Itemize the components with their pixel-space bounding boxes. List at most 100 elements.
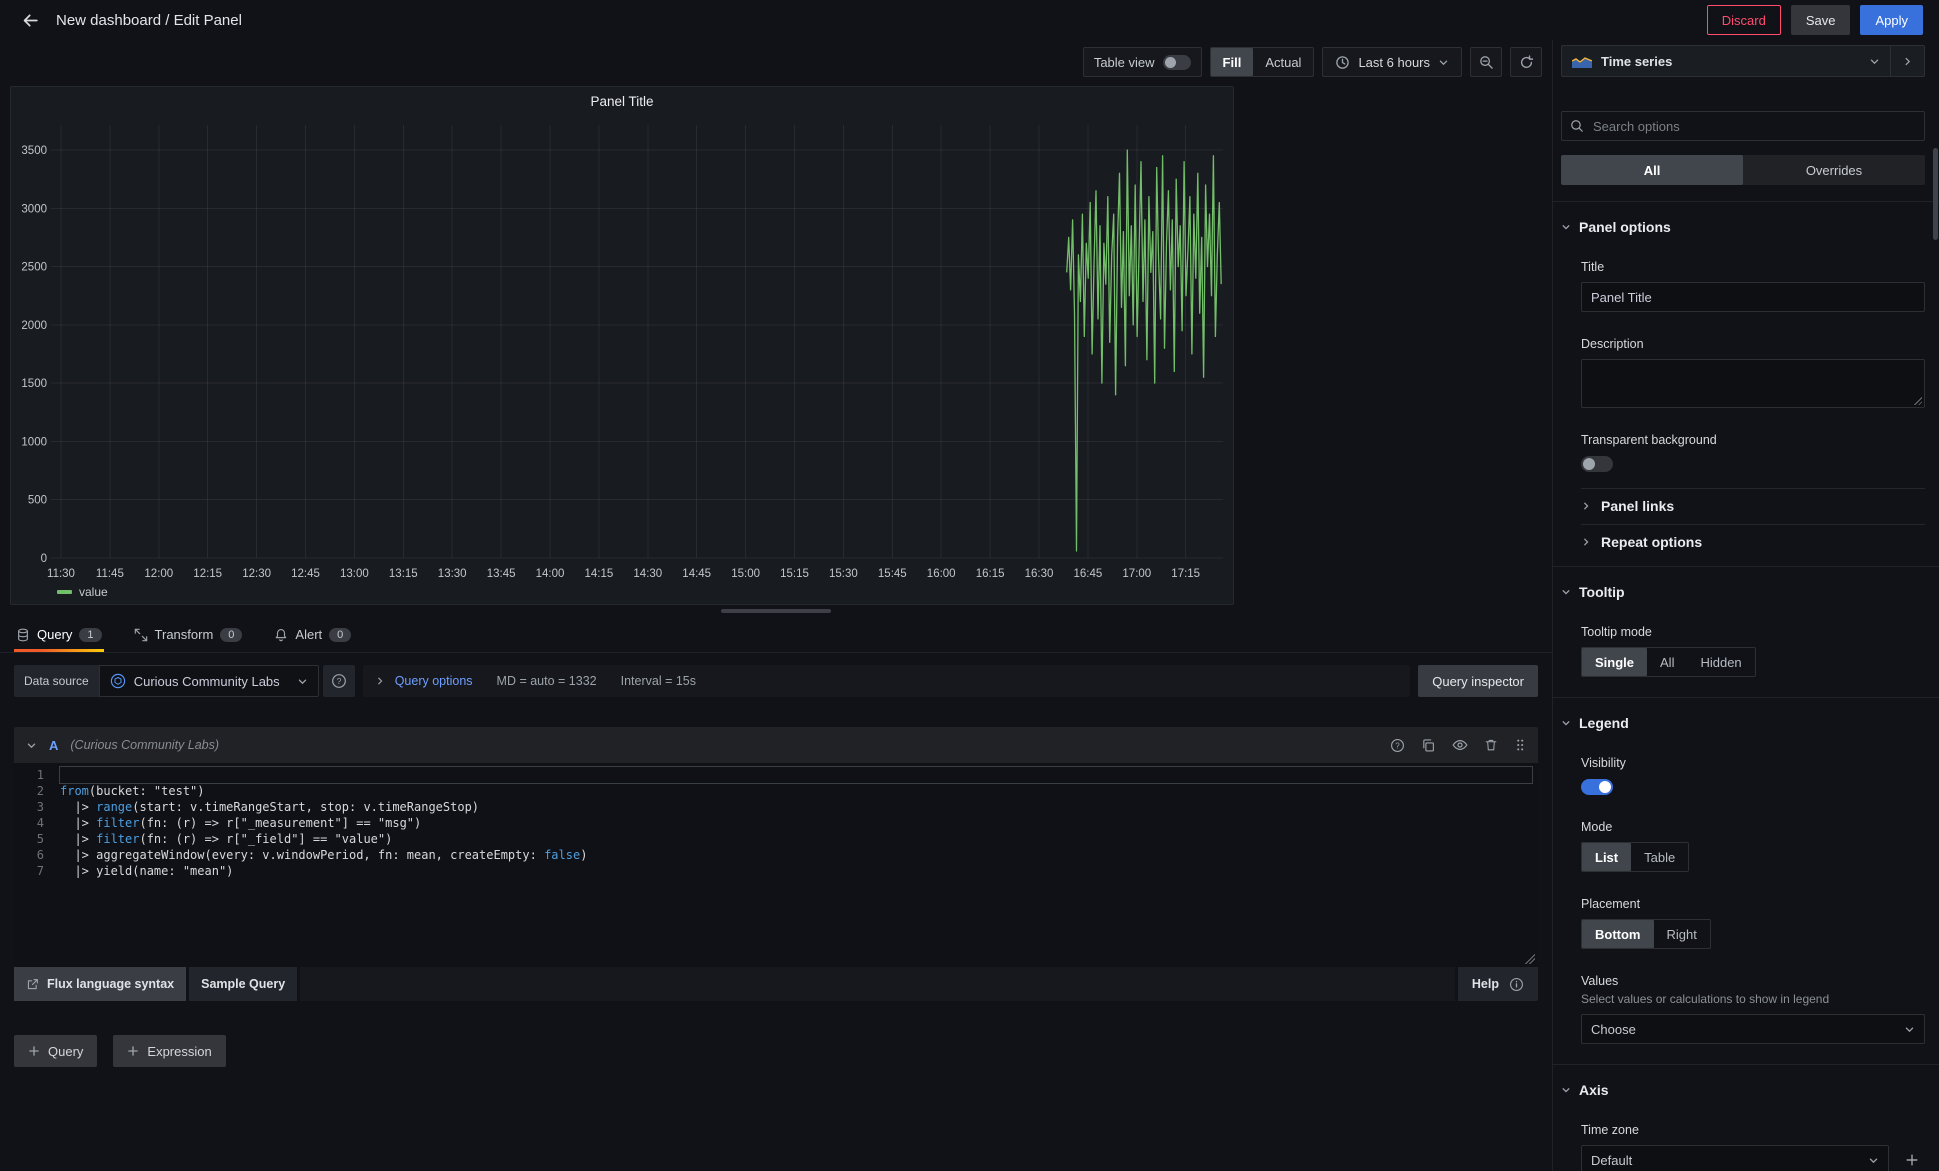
- code-line[interactable]: 7 |> yield(name: "mean"): [14, 863, 1538, 879]
- panel-title-input[interactable]: [1581, 282, 1925, 312]
- tab-transform[interactable]: Transform 0: [132, 617, 245, 652]
- flux-code-editor[interactable]: 1 2from(bucket: "test")3 |> range(start:…: [14, 763, 1538, 967]
- query-options-bar: Query options MD = auto = 1332 Interval …: [363, 665, 1411, 697]
- interval-text: Interval = 15s: [621, 674, 696, 688]
- repeat-options-section[interactable]: Repeat options: [1581, 525, 1925, 558]
- code-line[interactable]: 6 |> aggregateWindow(every: v.windowPeri…: [14, 847, 1538, 863]
- add-query-label: Query: [48, 1044, 83, 1059]
- axis-timezone-value: Default: [1591, 1153, 1632, 1168]
- tooltip-mode-hidden[interactable]: Hidden: [1687, 648, 1754, 676]
- chevron-down-icon: [1561, 718, 1571, 728]
- influxdb-logo-icon: [110, 673, 126, 689]
- chevron-down-icon: [297, 676, 308, 687]
- svg-text:12:30: 12:30: [242, 568, 271, 580]
- breadcrumb: New dashboard / Edit Panel: [56, 12, 242, 29]
- apply-button[interactable]: Apply: [1860, 5, 1923, 35]
- discard-button[interactable]: Discard: [1707, 5, 1781, 35]
- code-line[interactable]: 3 |> range(start: v.timeRangeStart, stop…: [14, 799, 1538, 815]
- save-button[interactable]: Save: [1791, 5, 1851, 35]
- legend-mode-label: Mode: [1581, 820, 1925, 834]
- legend-mode-table[interactable]: Table: [1631, 843, 1688, 871]
- visualization-picker[interactable]: Time series: [1561, 45, 1891, 77]
- help-circle-icon: ?: [331, 673, 347, 689]
- tooltip-mode-all[interactable]: All: [1647, 648, 1687, 676]
- table-view-switch[interactable]: [1163, 55, 1191, 70]
- duplicate-icon[interactable]: [1421, 738, 1436, 753]
- tab-query-label: Query: [37, 627, 72, 642]
- code-line[interactable]: 1: [14, 767, 1538, 783]
- sample-query-button[interactable]: Sample Query: [189, 967, 297, 1001]
- transparent-bg-toggle[interactable]: [1581, 456, 1613, 472]
- tooltip-mode-single[interactable]: Single: [1582, 648, 1647, 676]
- actual-option[interactable]: Actual: [1253, 48, 1313, 76]
- bell-icon: [274, 628, 288, 642]
- zoom-out-button[interactable]: [1470, 47, 1502, 77]
- trash-icon[interactable]: [1484, 738, 1498, 752]
- time-range-picker[interactable]: Last 6 hours: [1323, 55, 1461, 70]
- svg-text:?: ?: [1395, 741, 1400, 750]
- add-expression-label: Expression: [147, 1044, 211, 1059]
- editor-resize-handle[interactable]: [1525, 954, 1535, 964]
- legend-mode-list[interactable]: List: [1582, 843, 1631, 871]
- flux-syntax-button[interactable]: Flux language syntax: [14, 967, 186, 1001]
- eye-icon[interactable]: [1452, 737, 1468, 753]
- chart-legend: value: [57, 585, 1233, 599]
- filter-tab-overrides[interactable]: Overrides: [1743, 155, 1925, 185]
- drag-handle-icon[interactable]: [1514, 738, 1526, 752]
- clock-icon: [1335, 55, 1350, 70]
- filter-tab-all[interactable]: All: [1561, 155, 1743, 185]
- search-icon: [1570, 119, 1584, 133]
- svg-text:17:00: 17:00: [1122, 568, 1151, 580]
- legend-series-label[interactable]: value: [79, 585, 108, 599]
- svg-text:14:15: 14:15: [585, 568, 614, 580]
- legend-values-select[interactable]: Choose: [1581, 1014, 1925, 1044]
- section-tooltip[interactable]: Tooltip: [1561, 584, 1925, 600]
- panel-editor-area: Table view Fill Actual Last 6 hours Pane…: [0, 40, 1552, 1171]
- tab-query[interactable]: Query 1: [14, 617, 104, 652]
- textarea-resize-handle[interactable]: [1913, 396, 1922, 405]
- add-query-button[interactable]: Query: [14, 1035, 97, 1067]
- sidebar-scrollbar[interactable]: [1933, 148, 1938, 240]
- datasource-picker[interactable]: Curious Community Labs: [99, 665, 319, 697]
- datasource-help-button[interactable]: ?: [323, 665, 355, 697]
- options-filter-tabs: All Overrides: [1561, 155, 1925, 185]
- query-row-header[interactable]: A (Curious Community Labs) ?: [14, 727, 1538, 763]
- info-circle-icon[interactable]: ?: [1390, 738, 1405, 753]
- section-panel-options[interactable]: Panel options: [1561, 219, 1925, 235]
- refresh-button[interactable]: [1510, 47, 1542, 77]
- code-line[interactable]: 2from(bucket: "test"): [14, 783, 1538, 799]
- svg-text:15:45: 15:45: [878, 568, 907, 580]
- section-axis[interactable]: Axis: [1561, 1082, 1925, 1098]
- help-button[interactable]: Help: [1458, 967, 1538, 1001]
- axis-timezone-add-button[interactable]: [1899, 1147, 1925, 1171]
- collapse-options-button[interactable]: [1891, 45, 1925, 77]
- query-inspector-button[interactable]: Query inspector: [1418, 665, 1538, 697]
- query-options-link[interactable]: Query options: [395, 674, 473, 688]
- time-series-chart[interactable]: 11:3011:4512:0012:1512:3012:4513:0013:15…: [11, 115, 1231, 585]
- fill-option[interactable]: Fill: [1211, 48, 1254, 76]
- description-textarea[interactable]: [1581, 359, 1925, 408]
- panel-links-section[interactable]: Panel links: [1581, 489, 1925, 522]
- legend-placement-right[interactable]: Right: [1654, 920, 1710, 948]
- legend-placement-bottom[interactable]: Bottom: [1582, 920, 1654, 948]
- visualization-name: Time series: [1601, 54, 1672, 69]
- table-view-toggle[interactable]: Table view: [1083, 47, 1202, 77]
- title-field-label: Title: [1581, 260, 1925, 274]
- back-button[interactable]: [16, 6, 44, 34]
- svg-text:13:00: 13:00: [340, 568, 369, 580]
- options-search[interactable]: [1561, 111, 1925, 141]
- tab-alert[interactable]: Alert 0: [272, 617, 353, 652]
- pane-resize-handle[interactable]: [0, 605, 1552, 617]
- code-line[interactable]: 4 |> filter(fn: (r) => r["_measurement"]…: [14, 815, 1538, 831]
- code-line[interactable]: 5 |> filter(fn: (r) => r["_field"] == "v…: [14, 831, 1538, 847]
- add-expression-button[interactable]: Expression: [113, 1035, 225, 1067]
- svg-text:3000: 3000: [21, 203, 47, 215]
- options-search-input[interactable]: [1591, 118, 1916, 135]
- axis-timezone-select[interactable]: Default: [1581, 1145, 1889, 1171]
- tab-alert-label: Alert: [295, 627, 322, 642]
- legend-placement-group: Bottom Right: [1581, 919, 1711, 949]
- transparent-bg-label: Transparent background: [1581, 433, 1925, 447]
- legend-visibility-toggle[interactable]: [1581, 779, 1613, 795]
- chevron-down-icon: [1438, 57, 1449, 68]
- section-legend[interactable]: Legend: [1561, 715, 1925, 731]
